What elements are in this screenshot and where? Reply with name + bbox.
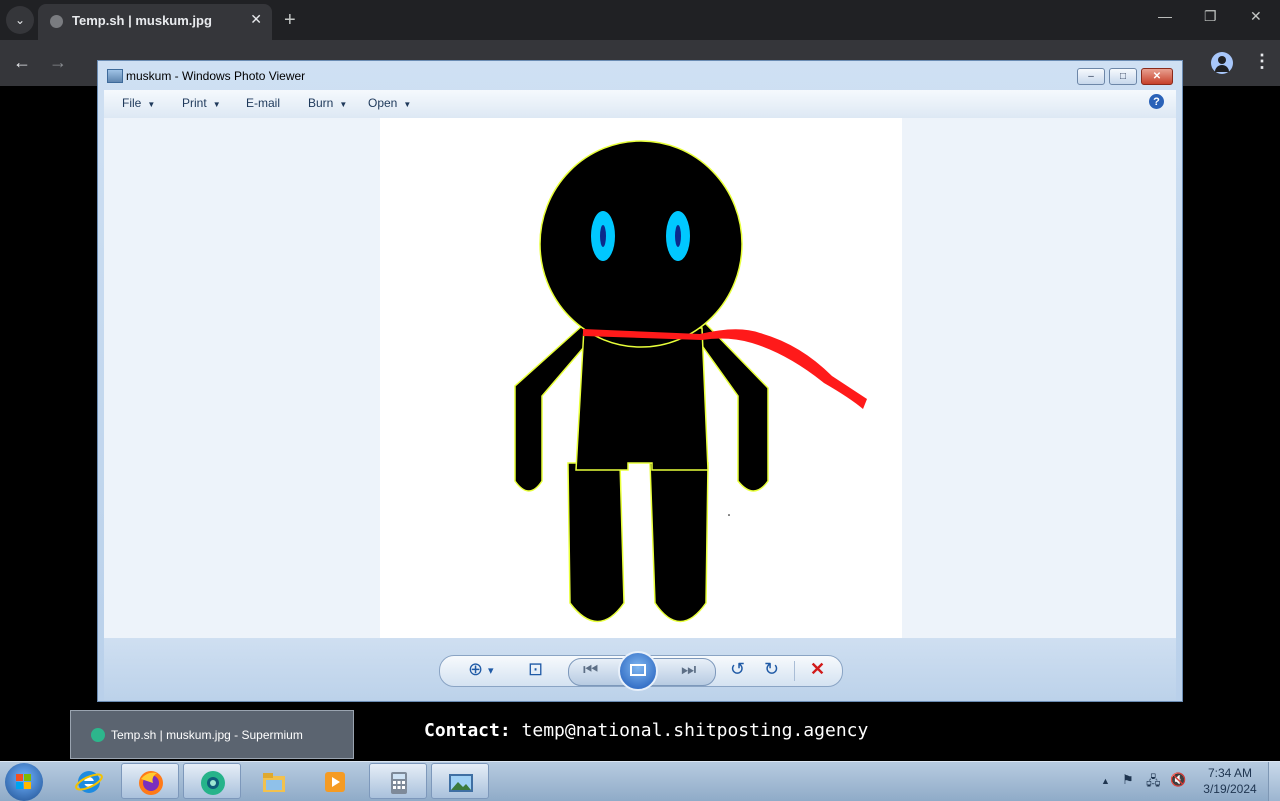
previous-icon[interactable]: ⏮ <box>583 660 598 680</box>
tray-chevron-icon[interactable]: ▲ <box>1101 776 1110 786</box>
photo-viewer-window: muskum - Windows Photo Viewer – □ ✕ File… <box>97 60 1183 702</box>
contact-label: Contact: <box>424 720 511 741</box>
left-pupil <box>600 225 606 247</box>
show-desktop-button[interactable] <box>1268 762 1280 801</box>
divider <box>794 661 795 681</box>
caret-icon: ▼ <box>403 100 412 109</box>
maximize-button[interactable]: □ <box>1109 68 1137 85</box>
back-button[interactable]: ← <box>13 52 31 73</box>
close-button[interactable]: ✕ <box>1141 68 1173 85</box>
browser-tab[interactable]: Temp.sh | muskum.jpg ✕ <box>38 4 272 40</box>
torso <box>575 327 709 471</box>
profile-avatar-icon[interactable] <box>1211 52 1233 74</box>
photo-viewer-icon <box>449 774 473 792</box>
contact-line: Contact: temp@national.shitposting.agenc… <box>424 720 868 741</box>
minimize-button[interactable]: – <box>1077 68 1105 85</box>
system-clock[interactable]: 7:34 AM 3/19/2024 <box>1196 765 1264 797</box>
menu-open[interactable]: Open ▼ <box>368 96 411 110</box>
menu-print[interactable]: Print ▼ <box>182 96 221 110</box>
supermium-icon <box>201 771 225 795</box>
firefox-icon <box>139 771 163 795</box>
taskbar-internet-explorer[interactable] <box>60 763 118 799</box>
restore-button[interactable]: ❐ <box>1204 8 1217 25</box>
taskbar-photo-viewer[interactable] <box>431 763 489 799</box>
caret-icon: ▼ <box>212 100 221 109</box>
fit-window-icon[interactable]: ⊡ <box>528 659 543 680</box>
volume-muted-icon[interactable]: 🔇 <box>1170 772 1186 788</box>
head <box>539 140 743 348</box>
network-icon[interactable]: 🖧 <box>1146 772 1161 794</box>
next-icon[interactable]: ⏭ <box>681 660 696 680</box>
rotate-clockwise-icon[interactable]: ↻ <box>764 659 779 680</box>
taskbar-file-explorer[interactable] <box>245 763 303 799</box>
preview-label: Temp.sh | muskum.jpg - Supermium <box>111 728 303 742</box>
clock-time: 7:34 AM <box>1207 766 1253 780</box>
displayed-image <box>380 118 902 638</box>
taskbar-calculator[interactable] <box>369 763 427 799</box>
action-center-flag-icon[interactable]: ⚑ <box>1122 772 1134 788</box>
internet-explorer-icon <box>75 771 103 793</box>
photo-viewer-icon <box>107 69 123 83</box>
right-pupil <box>675 225 681 247</box>
chevron-down-icon: ⌄ <box>14 13 26 27</box>
browser-tabstrip: ⌄ Temp.sh | muskum.jpg ✕ + — ❐ ✕ <box>0 0 1280 40</box>
left-leg <box>567 462 625 623</box>
stick-figure-drawing <box>514 140 867 623</box>
right-leg <box>649 462 709 623</box>
windows-logo-icon <box>16 774 32 790</box>
tab-search-button[interactable]: ⌄ <box>6 6 34 34</box>
delete-icon[interactable]: ✕ <box>810 659 825 680</box>
menu-burn[interactable]: Burn ▼ <box>308 96 347 110</box>
close-button[interactable]: ✕ <box>1250 8 1262 25</box>
media-player-icon <box>325 772 345 792</box>
globe-icon <box>50 15 63 28</box>
tab-close-button[interactable]: ✕ <box>250 11 262 28</box>
help-icon[interactable]: ? <box>1149 94 1164 109</box>
supermium-icon <box>91 728 105 742</box>
taskbar-firefox[interactable] <box>121 763 179 799</box>
speck <box>728 514 730 516</box>
contact-email[interactable]: temp@national.shitposting.agency <box>522 720 869 741</box>
image-viewport <box>104 118 1176 638</box>
zoom-caret-icon[interactable]: ▾ <box>488 664 494 677</box>
viewer-controls: ⊕ ▾ ⊡ ⏮ ⏭ ↺ ↻ ✕ <box>104 638 1176 700</box>
zoom-icon[interactable]: ⊕ <box>468 659 483 680</box>
menu-email[interactable]: E-mail <box>246 96 280 110</box>
forward-button[interactable]: → <box>49 52 67 73</box>
taskbar-supermium[interactable] <box>183 763 241 799</box>
viewer-menubar: File ▼ Print ▼ E-mail Burn ▼ Open ▼ ? <box>104 90 1176 118</box>
windows-taskbar: ▲ ⚑ 🖧 🔇 7:34 AM 3/19/2024 <box>0 761 1280 801</box>
browser-menu-icon[interactable]: ⋮ <box>1253 51 1271 72</box>
clock-date: 3/19/2024 <box>1203 782 1257 796</box>
taskbar-preview[interactable]: Temp.sh | muskum.jpg - Supermium <box>70 710 354 759</box>
slideshow-icon <box>630 664 646 676</box>
taskbar-media-player[interactable] <box>306 763 364 799</box>
minimize-button[interactable]: — <box>1158 8 1172 24</box>
caret-icon: ▼ <box>339 100 348 109</box>
window-title: muskum - Windows Photo Viewer <box>126 69 306 83</box>
caret-icon: ▼ <box>147 100 156 109</box>
file-explorer-icon <box>263 773 285 792</box>
tab-title: Temp.sh | muskum.jpg <box>72 13 212 28</box>
slideshow-button[interactable] <box>618 651 658 691</box>
viewer-control-bar: ⊕ ▾ ⊡ ⏮ ⏭ ↺ ↻ ✕ <box>439 651 843 691</box>
calculator-icon <box>391 772 407 794</box>
start-button[interactable] <box>5 763 43 801</box>
new-tab-button[interactable]: + <box>284 8 296 32</box>
menu-file[interactable]: File ▼ <box>122 96 155 110</box>
rotate-counterclockwise-icon[interactable]: ↺ <box>730 659 745 680</box>
